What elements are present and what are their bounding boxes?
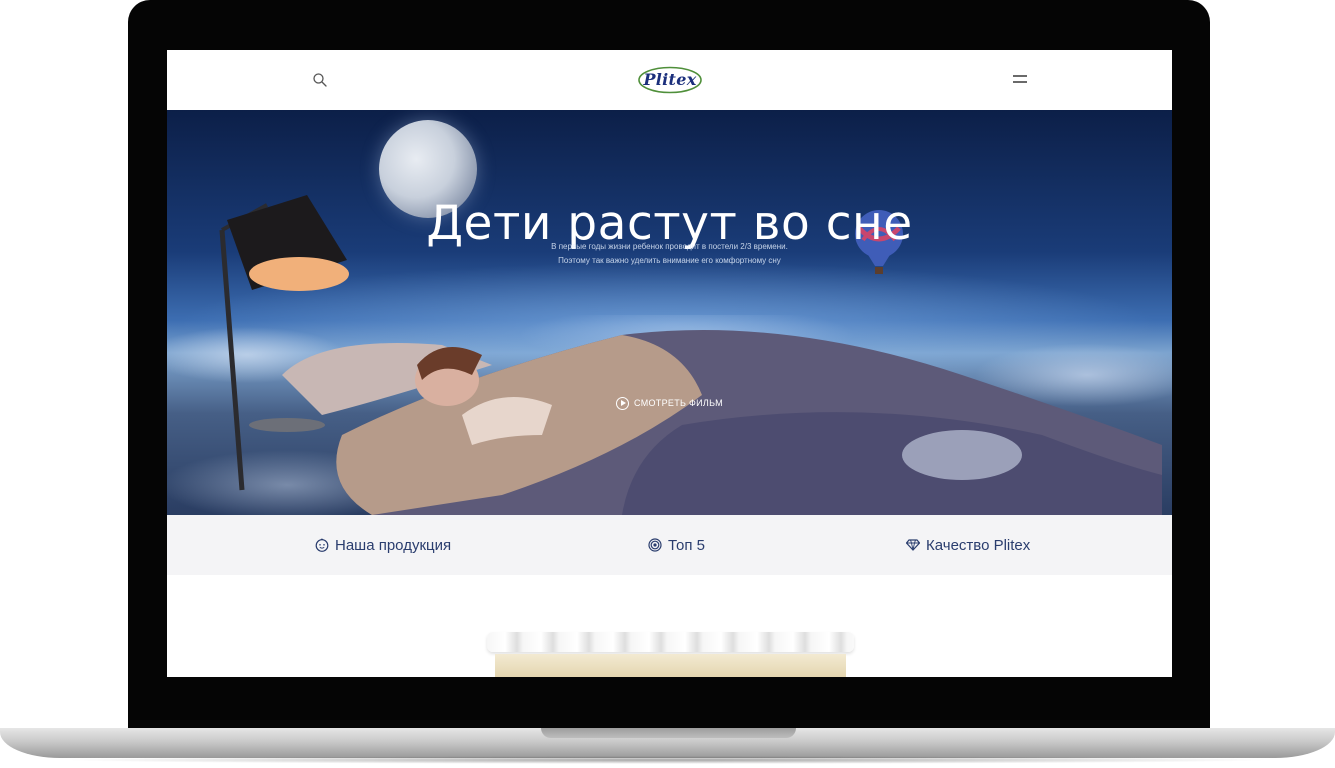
menu-icon[interactable] (1013, 74, 1027, 84)
target-icon (648, 538, 662, 552)
nav-item-label: Качество Plitex (926, 536, 1031, 554)
mattress-top-layer (487, 632, 854, 652)
menu-line (1013, 81, 1027, 83)
baby-face-icon (315, 538, 329, 552)
mattress-core-layer (495, 654, 846, 677)
nav-item-label: Топ 5 (668, 536, 705, 554)
hero-subtitle: В первые годы жизни ребенок проводит в п… (167, 240, 1172, 268)
nav-item-top5[interactable]: Топ 5 (648, 535, 705, 555)
mattress-product-image (487, 632, 854, 677)
nav-item-label: Наша продукция (335, 536, 452, 554)
watch-film-button[interactable]: СМОТРЕТЬ ФИЛЬМ (616, 395, 723, 411)
nav-item-products[interactable]: Наша продукция (315, 535, 451, 555)
browser-screen: Plitex Дети растут во сне В первые годы … (167, 50, 1172, 677)
hero-subtitle-line: Поэтому так важно уделить внимание его к… (558, 256, 781, 265)
diamond-icon (906, 539, 920, 551)
menu-line (1013, 75, 1027, 77)
category-nav: Наша продукция Топ 5 Качество Plitex (167, 515, 1172, 575)
site-header: Plitex (167, 50, 1172, 110)
plitex-logo[interactable]: Plitex (637, 65, 703, 95)
laptop-shadow (60, 756, 1275, 764)
hero-subtitle-line: В первые годы жизни ребенок проводит в п… (551, 242, 788, 251)
logo-text: Plitex (643, 70, 697, 89)
watch-film-label: СМОТРЕТЬ ФИЛЬМ (634, 398, 723, 408)
play-icon (616, 396, 629, 410)
hero-banner: Дети растут во сне В первые годы жизни р… (167, 110, 1172, 515)
laptop-notch (541, 728, 796, 738)
nav-item-quality[interactable]: Качество Plitex (906, 535, 1030, 555)
search-icon[interactable] (312, 72, 328, 88)
